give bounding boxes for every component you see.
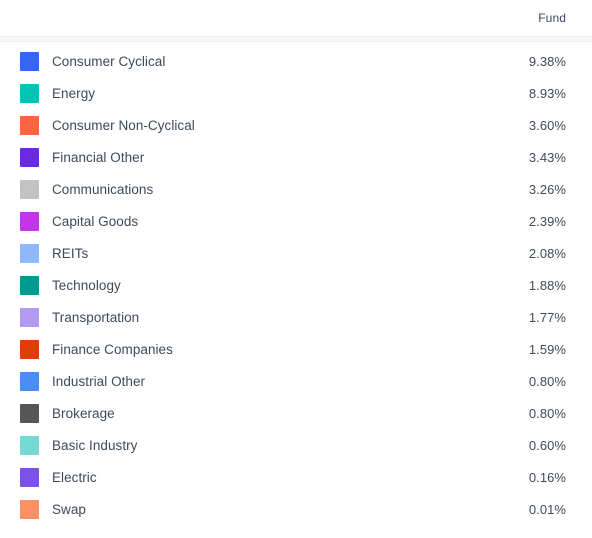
table-row[interactable]: Brokerage 0.80% bbox=[0, 397, 592, 429]
allocation-row-list: Consumer Cyclical 9.38% Energy 8.93% Consume… bbox=[0, 42, 592, 525]
sector-label: Financial Other bbox=[52, 149, 145, 165]
sector-label: Communications bbox=[52, 181, 154, 197]
color-swatch-icon bbox=[20, 307, 39, 327]
table-row[interactable]: Consumer Cyclical 9.38% bbox=[0, 45, 592, 77]
fund-weight-value: 1.77% bbox=[528, 309, 566, 325]
color-swatch-icon bbox=[20, 371, 39, 391]
color-swatch-icon bbox=[20, 435, 39, 455]
fund-weight-value: 0.80% bbox=[528, 405, 566, 421]
sector-label: Consumer Cyclical bbox=[52, 53, 166, 69]
sector-label: Industrial Other bbox=[52, 373, 146, 389]
table-row[interactable]: Technology 1.88% bbox=[0, 269, 592, 301]
table-row[interactable]: Consumer Non-Cyclical 3.60% bbox=[0, 109, 592, 141]
color-swatch-icon bbox=[20, 147, 39, 167]
color-swatch-icon bbox=[20, 467, 39, 487]
color-swatch-icon bbox=[20, 243, 39, 263]
sector-label: Energy bbox=[52, 85, 96, 101]
table-row[interactable]: Energy 8.93% bbox=[0, 77, 592, 109]
color-swatch-icon bbox=[20, 403, 39, 423]
fund-weight-value: 3.43% bbox=[528, 149, 566, 165]
fund-weight-value: 0.01% bbox=[528, 501, 566, 517]
table-row[interactable]: Industrial Other 0.80% bbox=[0, 365, 592, 397]
table-row[interactable]: REITs 2.08% bbox=[0, 237, 592, 269]
table-row[interactable]: Electric 0.16% bbox=[0, 461, 592, 493]
sector-label: Brokerage bbox=[52, 405, 115, 421]
table-row[interactable]: Transportation 1.77% bbox=[0, 301, 592, 333]
table-row[interactable]: Finance Companies 1.59% bbox=[0, 333, 592, 365]
table-row[interactable]: Basic Industry 0.60% bbox=[0, 429, 592, 461]
fund-weight-value: 9.38% bbox=[528, 53, 566, 69]
allocation-table: Fund Consumer Cyclical 9.38% Energy 8.93% Co… bbox=[0, 0, 592, 538]
fund-weight-value: 3.26% bbox=[528, 181, 566, 197]
sector-label: Transportation bbox=[52, 309, 140, 325]
sector-label: Swap bbox=[52, 501, 86, 517]
sector-label: Basic Industry bbox=[52, 437, 138, 453]
fund-weight-value: 0.16% bbox=[528, 469, 566, 485]
column-header-fund: Fund bbox=[538, 11, 566, 25]
fund-weight-value: 0.80% bbox=[528, 373, 566, 389]
sector-label: Finance Companies bbox=[52, 341, 173, 357]
color-swatch-icon bbox=[20, 275, 39, 295]
sector-label: Capital Goods bbox=[52, 213, 139, 229]
fund-weight-value: 3.60% bbox=[528, 117, 566, 133]
fund-weight-value: 1.59% bbox=[528, 341, 566, 357]
color-swatch-icon bbox=[20, 83, 39, 103]
color-swatch-icon bbox=[20, 179, 39, 199]
color-swatch-icon bbox=[20, 339, 39, 359]
fund-weight-value: 0.60% bbox=[528, 437, 566, 453]
table-row[interactable]: Financial Other 3.43% bbox=[0, 141, 592, 173]
table-header: Fund bbox=[0, 0, 592, 36]
sector-label: Consumer Non-Cyclical bbox=[52, 117, 195, 133]
color-swatch-icon bbox=[20, 211, 39, 231]
fund-weight-value: 2.39% bbox=[528, 213, 566, 229]
color-swatch-icon bbox=[20, 499, 39, 519]
color-swatch-icon bbox=[20, 115, 39, 135]
fund-weight-value: 1.88% bbox=[528, 277, 566, 293]
color-swatch-icon bbox=[20, 51, 39, 71]
sector-label: Technology bbox=[52, 277, 121, 293]
fund-weight-value: 8.93% bbox=[528, 85, 566, 101]
table-row[interactable]: Swap 0.01% bbox=[0, 493, 592, 525]
fund-weight-value: 2.08% bbox=[528, 245, 566, 261]
sector-label: REITs bbox=[52, 245, 89, 261]
table-row[interactable]: Capital Goods 2.39% bbox=[0, 205, 592, 237]
table-row[interactable]: Communications 3.26% bbox=[0, 173, 592, 205]
sector-label: Electric bbox=[52, 469, 97, 485]
